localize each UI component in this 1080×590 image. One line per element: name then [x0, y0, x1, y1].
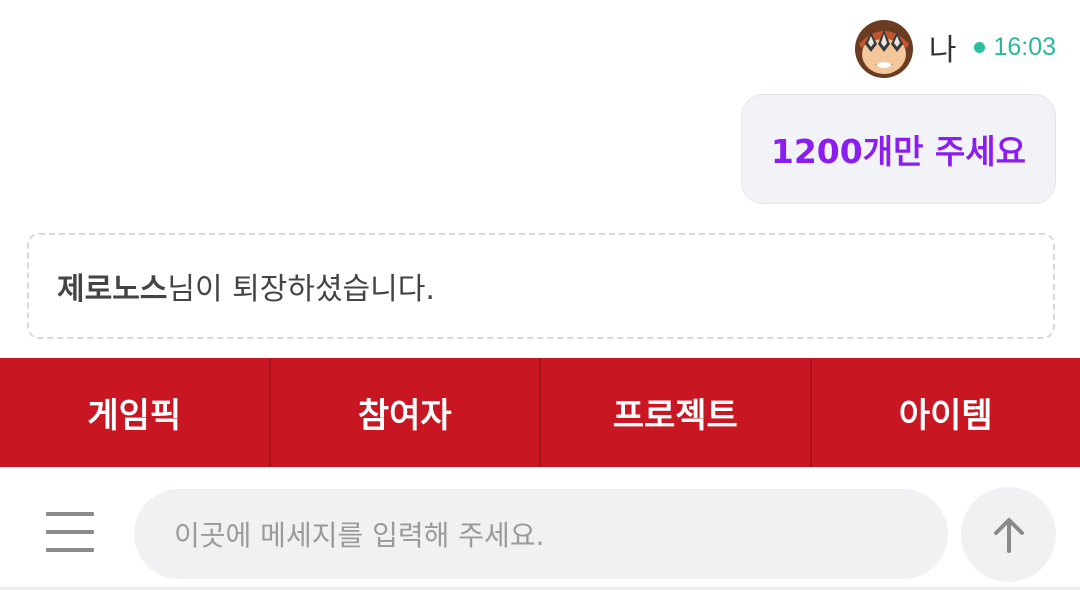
notice-message: 제로노스님이 퇴장하셨습니다.	[57, 264, 435, 308]
tab-participants[interactable]: 참여자	[271, 358, 541, 467]
tab-bar: 게임픽 참여자 프로젝트 아이템	[0, 358, 1080, 467]
tab-items[interactable]: 아이템	[812, 358, 1080, 467]
tab-game-pick[interactable]: 게임픽	[0, 358, 271, 467]
menu-bar-line	[46, 548, 94, 552]
arrow-up-icon	[993, 517, 1024, 553]
message-input-placeholder: 이곳에 메세지를 입력해 주세요.	[174, 519, 545, 552]
tab-project[interactable]: 프로젝트	[541, 358, 812, 467]
sender-name: 나	[928, 33, 957, 68]
message-input[interactable]: 이곳에 메세지를 입력해 주세요.	[134, 489, 948, 579]
menu-bar-line	[46, 512, 94, 516]
system-notice: 제로노스님이 퇴장하셨습니다.	[27, 233, 1055, 339]
message-bubble[interactable]: 1200개만 주세요	[740, 94, 1056, 204]
menu-bar-line	[46, 530, 94, 534]
online-status-dot	[974, 41, 986, 53]
message-text: 1200개만 주세요	[770, 132, 1026, 171]
message-header: 나 16:03	[851, 14, 1056, 80]
notice-username: 제로노스	[57, 272, 168, 307]
send-button[interactable]	[961, 487, 1056, 582]
message-timestamp: 16:03	[993, 32, 1056, 61]
chat-screen: 나 16:03 1200개만 주세요 제로노스님이 퇴장하셨습니다. 게임픽 참…	[0, 0, 1080, 590]
avatar[interactable]	[851, 14, 917, 80]
hamburger-menu-icon[interactable]	[46, 512, 100, 552]
notice-text: 님이 퇴장하셨습니다.	[167, 272, 435, 307]
